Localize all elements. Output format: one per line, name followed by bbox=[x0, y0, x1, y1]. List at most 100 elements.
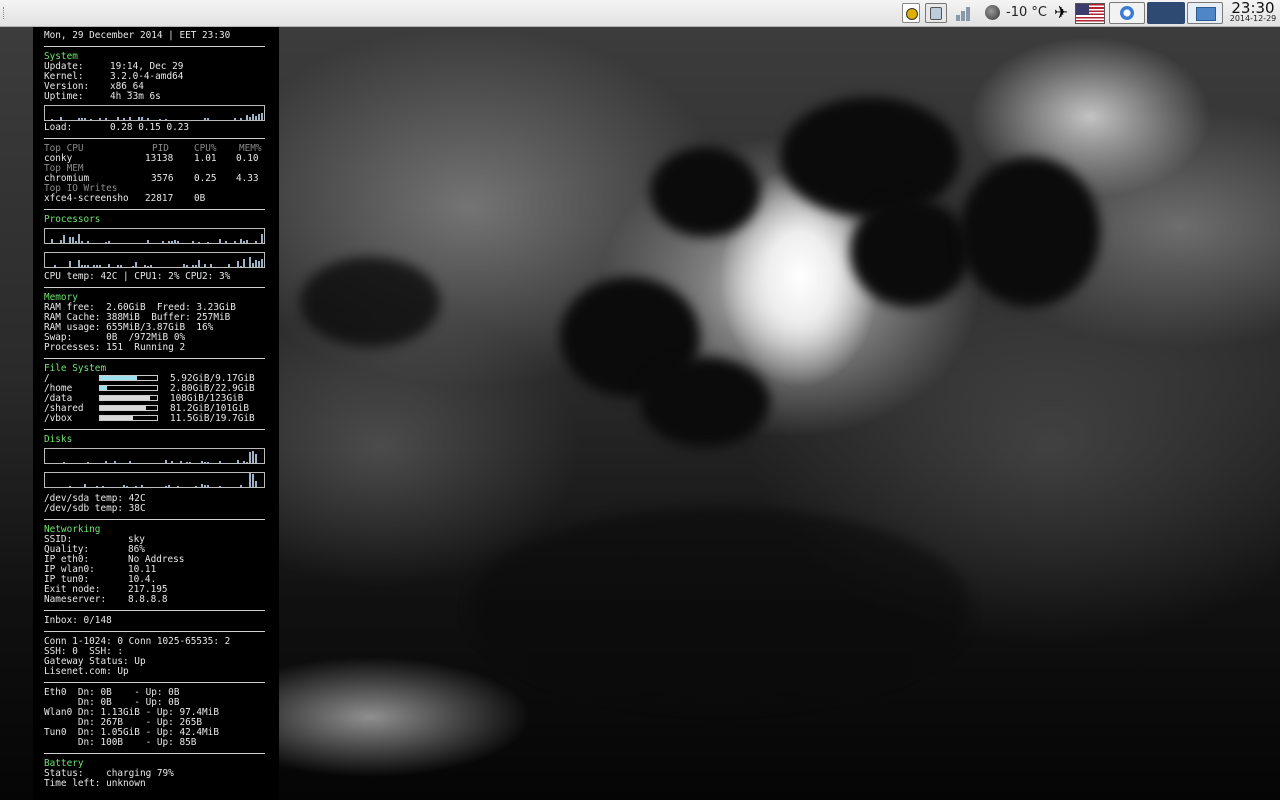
graph-bar bbox=[129, 117, 131, 120]
graph-bar bbox=[96, 264, 98, 267]
graph-bar bbox=[147, 117, 149, 120]
traffic-line: Dn: 100B - Up: 85B bbox=[44, 737, 197, 748]
graph-bar bbox=[207, 484, 209, 487]
graph-bar bbox=[249, 257, 251, 267]
graph-bar bbox=[60, 117, 62, 120]
graph-bar bbox=[192, 265, 194, 267]
memory-line: Processes: 151 Running 2 bbox=[44, 342, 186, 353]
graph-bar bbox=[240, 484, 242, 487]
dark-cloud bbox=[640, 357, 770, 447]
dark-cloud bbox=[650, 147, 760, 237]
row-value: 0.28 0.15 0.23 bbox=[110, 122, 190, 133]
process-cpu: 1.01 bbox=[194, 153, 217, 164]
graph-bar bbox=[171, 461, 173, 463]
graph-bar bbox=[87, 461, 89, 463]
graph-bar bbox=[252, 262, 254, 267]
graph-bar bbox=[81, 265, 83, 267]
graph-bar bbox=[162, 241, 164, 243]
graph-bar bbox=[72, 236, 74, 243]
divider bbox=[44, 287, 265, 288]
mount-usage: 11.5GiB/19.7GiB bbox=[170, 413, 255, 424]
inbox-count: Inbox: 0/148 bbox=[44, 615, 112, 626]
conky-icon[interactable] bbox=[902, 3, 920, 23]
graph-bar bbox=[165, 460, 167, 463]
graph-bar bbox=[126, 485, 128, 487]
sdb-temp: /dev/sdb temp: 38C bbox=[44, 503, 146, 514]
conky-header: Mon, 29 December 2014 | EET 23:30 bbox=[44, 30, 231, 41]
divider bbox=[44, 519, 265, 520]
graph-bar bbox=[174, 240, 176, 243]
browser-task-icon[interactable] bbox=[1109, 2, 1145, 24]
graph-bar bbox=[63, 235, 65, 243]
graph-bar bbox=[108, 264, 110, 267]
graph-bar bbox=[69, 260, 71, 267]
graph-bar bbox=[159, 118, 161, 120]
graph-bar bbox=[255, 260, 257, 267]
divider bbox=[44, 209, 265, 210]
dark-cloud bbox=[850, 197, 970, 307]
graph-bar bbox=[183, 264, 185, 267]
graph-bar bbox=[99, 118, 101, 120]
panel-handle-icon[interactable] bbox=[3, 7, 7, 19]
graph-bar bbox=[78, 259, 80, 267]
graph-bar bbox=[204, 264, 206, 267]
graph-bar bbox=[240, 266, 242, 267]
network-signal-icon[interactable] bbox=[954, 3, 974, 23]
cpu2-graph bbox=[44, 252, 265, 268]
graph-bar bbox=[75, 241, 77, 243]
divider bbox=[44, 610, 265, 611]
conky-panel: Mon, 29 December 2014 | EET 23:30 System… bbox=[33, 27, 279, 800]
temperature-label[interactable]: -10 °C bbox=[1006, 5, 1047, 20]
graph-bar bbox=[93, 265, 95, 267]
graph-bar bbox=[132, 265, 134, 267]
process-name: xfce4-screensho bbox=[44, 193, 129, 204]
graph-bar bbox=[246, 239, 248, 243]
graph-bar bbox=[258, 261, 260, 267]
flash-drive-icon[interactable] bbox=[925, 3, 947, 23]
usage-bar bbox=[99, 385, 158, 391]
weather-icon[interactable] bbox=[984, 3, 1002, 23]
graph-bar bbox=[207, 241, 209, 243]
cpu1-graph bbox=[44, 228, 265, 244]
us-flag-icon[interactable] bbox=[1075, 3, 1105, 24]
graph-bar bbox=[123, 117, 125, 120]
row-label: Nameserver: bbox=[44, 594, 107, 605]
graph-bar bbox=[255, 454, 257, 463]
mount-row: /vbox 11.5GiB/19.7GiB bbox=[44, 414, 265, 424]
desktop-task-icon[interactable] bbox=[1187, 2, 1223, 24]
graph-bar bbox=[249, 473, 251, 487]
airplane-icon[interactable]: ✈ bbox=[1050, 3, 1072, 23]
graph-bar bbox=[60, 240, 62, 243]
graph-bar bbox=[117, 117, 119, 120]
graph-bar bbox=[261, 234, 263, 243]
graph-bar bbox=[165, 118, 167, 120]
graph-bar bbox=[105, 461, 107, 463]
graph-bar bbox=[234, 118, 236, 120]
graph-bar bbox=[189, 461, 191, 463]
active-task-button[interactable] bbox=[1147, 2, 1185, 24]
graph-bar bbox=[246, 115, 248, 120]
graph-bar bbox=[54, 265, 56, 267]
battery-time-left: Time left: unknown bbox=[44, 778, 146, 789]
clock-date[interactable]: 2014-12-29 bbox=[1228, 14, 1278, 23]
graph-bar bbox=[243, 240, 245, 243]
graph-bar bbox=[135, 485, 137, 487]
graph-bar bbox=[243, 461, 245, 463]
graph-bar bbox=[195, 485, 197, 487]
graph-bar bbox=[195, 265, 197, 267]
divider bbox=[44, 631, 265, 632]
graph-bar bbox=[243, 259, 245, 267]
graph-bar bbox=[255, 116, 257, 120]
process-row: xfce4-screensho 22817 0B bbox=[44, 194, 265, 204]
graph-bar bbox=[78, 118, 80, 120]
process-mem: 0.10 bbox=[236, 153, 259, 164]
graph-bar bbox=[117, 265, 119, 267]
row-value: 4h 33m 6s bbox=[110, 91, 161, 102]
usage-bar bbox=[99, 415, 158, 421]
graph-bar bbox=[252, 113, 254, 120]
graph-bar bbox=[204, 485, 206, 487]
graph-bar bbox=[87, 264, 89, 267]
graph-bar bbox=[186, 264, 188, 267]
graph-bar bbox=[51, 238, 53, 243]
graph-bar bbox=[84, 117, 86, 120]
